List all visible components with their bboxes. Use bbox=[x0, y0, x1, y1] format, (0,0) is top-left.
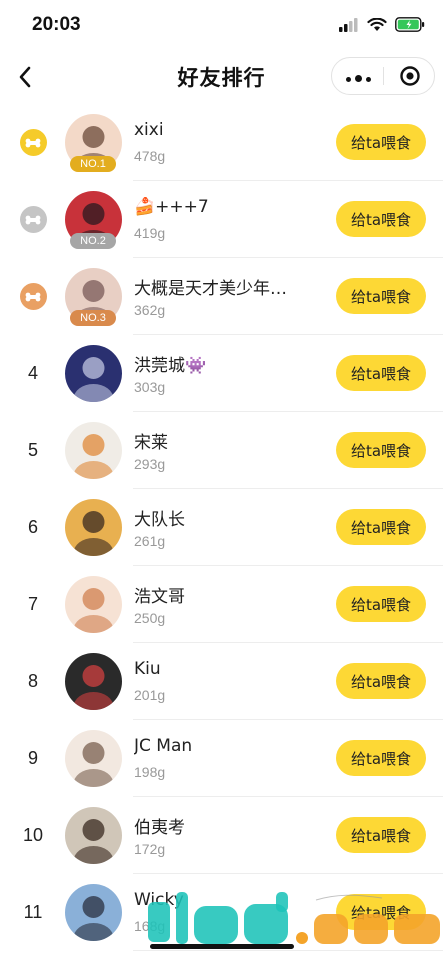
avatar[interactable] bbox=[65, 884, 122, 941]
feed-button[interactable]: 给ta喂食 bbox=[336, 278, 426, 314]
rank-row: 8 Kiu 201g 给ta喂食 bbox=[0, 643, 443, 720]
status-bar: 20:03 bbox=[0, 0, 443, 52]
medal-icon bbox=[19, 129, 47, 156]
rank-badge: NO.3 bbox=[70, 310, 116, 326]
avatar[interactable] bbox=[65, 730, 122, 787]
rank-row: 9 JC Man 198g 给ta喂食 bbox=[0, 720, 443, 797]
friend-weight: 250g bbox=[134, 610, 166, 626]
more-button[interactable] bbox=[332, 58, 384, 94]
rank-row: NO.3 大概是天才美少年… 362g 给ta喂食 bbox=[0, 258, 443, 335]
rank-number: 4 bbox=[14, 335, 52, 412]
friend-weight: 303g bbox=[134, 379, 166, 395]
feed-button[interactable]: 给ta喂食 bbox=[336, 355, 426, 391]
feed-button[interactable]: 给ta喂食 bbox=[336, 663, 426, 699]
friend-weight: 293g bbox=[134, 456, 166, 472]
rank-number: 7 bbox=[14, 566, 52, 643]
feed-button[interactable]: 给ta喂食 bbox=[336, 124, 426, 160]
friend-weight: 419g bbox=[134, 225, 166, 241]
medal-icon bbox=[19, 283, 47, 310]
rank-number-text: 9 bbox=[27, 748, 38, 768]
friend-weight: 201g bbox=[134, 687, 166, 703]
more-icon bbox=[344, 67, 373, 86]
wifi-icon bbox=[367, 17, 387, 36]
rank-row: 5 宋莱 293g 给ta喂食 bbox=[0, 412, 443, 489]
rank-row: NO.1 xixi 478g 给ta喂食 bbox=[0, 104, 443, 181]
friend-name: 🍰+++7 bbox=[134, 197, 209, 217]
nav-bar: 好友排行 bbox=[0, 52, 443, 102]
rank-number-text: 6 bbox=[27, 517, 38, 537]
rank-row: NO.2 🍰+++7 419g 给ta喂食 bbox=[0, 181, 443, 258]
rank-number: 9 bbox=[14, 720, 52, 797]
signal-icon bbox=[339, 17, 359, 36]
feed-button[interactable]: 给ta喂食 bbox=[336, 740, 426, 776]
rank-number-text: 10 bbox=[22, 825, 44, 845]
feed-button[interactable]: 给ta喂食 bbox=[336, 432, 426, 468]
feed-button[interactable]: 给ta喂食 bbox=[336, 586, 426, 622]
friend-weight: 362g bbox=[134, 302, 166, 318]
feed-button[interactable]: 给ta喂食 bbox=[336, 817, 426, 853]
rank-row: 7 浩文哥 250g 给ta喂食 bbox=[0, 566, 443, 643]
rank-row: 4 洪莞城👾 303g 给ta喂食 bbox=[0, 335, 443, 412]
friend-name: 洪莞城👾 bbox=[134, 356, 207, 376]
avatar[interactable] bbox=[65, 499, 122, 556]
feed-button[interactable]: 给ta喂食 bbox=[336, 201, 426, 237]
feed-button[interactable]: 给ta喂食 bbox=[336, 509, 426, 545]
close-button[interactable] bbox=[384, 58, 436, 94]
ranking-list: NO.1 xixi 478g 给ta喂食 NO.2 🍰+++7 419g 给ta喂食 NO.3 大… bbox=[0, 104, 443, 951]
friend-name: xixi bbox=[134, 120, 164, 140]
avatar[interactable] bbox=[65, 807, 122, 864]
status-time: 20:03 bbox=[32, 14, 81, 35]
friend-weight: 168g bbox=[134, 918, 166, 934]
rank-number-text: 4 bbox=[27, 363, 38, 383]
rank-number: 10 bbox=[14, 797, 52, 874]
avatar[interactable] bbox=[65, 653, 122, 710]
medal-icon bbox=[19, 206, 47, 233]
rank-badge: NO.2 bbox=[70, 233, 116, 249]
miniprogram-capsule bbox=[331, 57, 435, 95]
friend-name: 浩文哥 bbox=[134, 587, 185, 607]
friend-name: JC Man bbox=[134, 736, 193, 756]
feed-button[interactable]: 给ta喂食 bbox=[336, 894, 426, 930]
rank-number: 11 bbox=[14, 874, 52, 951]
battery-icon bbox=[395, 16, 425, 36]
avatar[interactable] bbox=[65, 576, 122, 633]
friend-name: 大概是天才美少年… bbox=[134, 279, 287, 299]
avatar[interactable] bbox=[65, 345, 122, 402]
friend-name: 大队长 bbox=[134, 510, 185, 530]
rank-number-text: 7 bbox=[27, 594, 38, 614]
rank-number: 8 bbox=[14, 643, 52, 720]
rank-number-text: 8 bbox=[27, 671, 38, 691]
rank-number: 5 bbox=[14, 412, 52, 489]
rank-number: 6 bbox=[14, 489, 52, 566]
friend-weight: 172g bbox=[134, 841, 166, 857]
avatar[interactable] bbox=[65, 422, 122, 479]
friend-name: Wicky bbox=[134, 890, 184, 910]
rank-number-text: 5 bbox=[27, 440, 38, 460]
status-icons bbox=[339, 16, 425, 36]
friend-weight: 261g bbox=[134, 533, 166, 549]
rank-number bbox=[14, 258, 52, 335]
friend-name: Kiu bbox=[134, 659, 161, 679]
rank-row: 6 大队长 261g 给ta喂食 bbox=[0, 489, 443, 566]
rank-row: 10 伯夷考 172g 给ta喂食 bbox=[0, 797, 443, 874]
friend-weight: 478g bbox=[134, 148, 166, 164]
close-target-icon bbox=[400, 66, 420, 86]
home-indicator bbox=[150, 944, 294, 949]
rank-number bbox=[14, 181, 52, 258]
friend-name: 宋莱 bbox=[134, 433, 168, 453]
rank-badge: NO.1 bbox=[70, 156, 116, 172]
friend-name: 伯夷考 bbox=[134, 818, 185, 838]
row-divider bbox=[133, 950, 443, 951]
rank-number bbox=[14, 104, 52, 181]
rank-row: 11 Wicky 168g 给ta喂食 bbox=[0, 874, 443, 951]
rank-number-text: 11 bbox=[23, 902, 43, 922]
friend-weight: 198g bbox=[134, 764, 166, 780]
